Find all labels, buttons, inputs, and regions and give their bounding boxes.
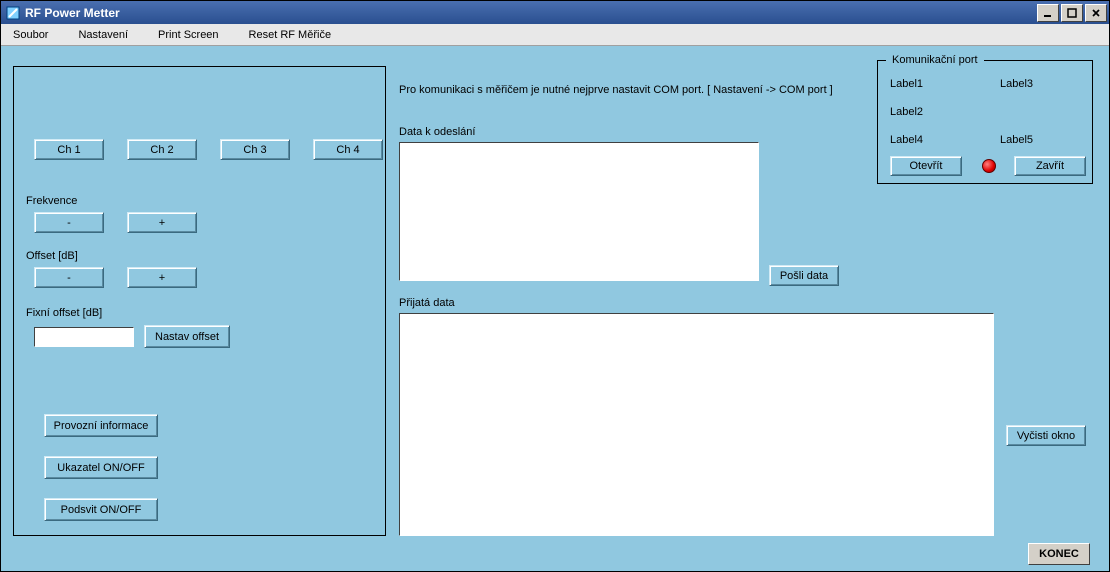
vycisti-okno-button[interactable]: Vyčisti okno <box>1006 425 1086 446</box>
com-label5: Label5 <box>1000 134 1033 146</box>
menu-printscreen[interactable]: Print Screen <box>152 27 225 43</box>
ukazatel-button[interactable]: Ukazatel ON/OFF <box>44 456 158 479</box>
podsvit-button[interactable]: Podsvit ON/OFF <box>44 498 158 521</box>
com-label3: Label3 <box>1000 78 1033 90</box>
com-legend: Komunikační port <box>886 54 984 66</box>
ch1-button[interactable]: Ch 1 <box>34 139 104 160</box>
offset-minus-button[interactable]: - <box>34 267 104 288</box>
app-icon <box>5 5 21 21</box>
client-area: Ch 1 Ch 2 Ch 3 Ch 4 Frekvence - + Offset… <box>1 46 1109 571</box>
com-label1: Label1 <box>890 78 923 90</box>
com-open-button[interactable]: Otevřít <box>890 156 962 176</box>
maximize-button[interactable] <box>1061 4 1083 22</box>
send-textarea[interactable] <box>399 142 759 281</box>
minimize-button[interactable] <box>1037 4 1059 22</box>
konec-button[interactable]: KONEC <box>1028 543 1090 565</box>
instruction-text: Pro komunikaci s měřičem je nutné nejprv… <box>399 84 833 96</box>
com-label2: Label2 <box>890 106 923 118</box>
provozni-button[interactable]: Provozní informace <box>44 414 158 437</box>
offset-plus-button[interactable]: + <box>127 267 197 288</box>
fixni-offset-input[interactable] <box>34 327 134 347</box>
ch4-button[interactable]: Ch 4 <box>313 139 383 160</box>
titlebar: RF Power Metter <box>1 1 1109 24</box>
prijata-data-label: Přijatá data <box>399 297 455 309</box>
frekvence-label: Frekvence <box>26 195 77 207</box>
menu-nastaveni[interactable]: Nastavení <box>72 27 134 43</box>
close-button[interactable] <box>1085 4 1107 22</box>
data-k-odeslani-label: Data k odeslání <box>399 126 475 138</box>
com-port-group: Komunikační port Label1 Label3 Label2 La… <box>877 54 1093 184</box>
com-label4: Label4 <box>890 134 923 146</box>
recv-textarea[interactable] <box>399 313 994 536</box>
left-panel: Ch 1 Ch 2 Ch 3 Ch 4 Frekvence - + Offset… <box>13 66 386 536</box>
freq-minus-button[interactable]: - <box>34 212 104 233</box>
freq-plus-button[interactable]: + <box>127 212 197 233</box>
com-close-button[interactable]: Zavřít <box>1014 156 1086 176</box>
app-window: RF Power Metter Soubor Nastavení Print S… <box>0 0 1110 572</box>
posli-data-button[interactable]: Pošli data <box>769 265 839 286</box>
nastav-offset-button[interactable]: Nastav offset <box>144 325 230 348</box>
ch2-button[interactable]: Ch 2 <box>127 139 197 160</box>
status-led-icon <box>982 159 996 173</box>
offset-db-label: Offset [dB] <box>26 250 78 262</box>
fixni-offset-label: Fixní offset [dB] <box>26 307 102 319</box>
window-title: RF Power Metter <box>25 6 120 20</box>
ch3-button[interactable]: Ch 3 <box>220 139 290 160</box>
menu-soubor[interactable]: Soubor <box>7 27 54 43</box>
menubar: Soubor Nastavení Print Screen Reset RF M… <box>1 24 1109 46</box>
menu-reset[interactable]: Reset RF Měřiče <box>243 27 338 43</box>
